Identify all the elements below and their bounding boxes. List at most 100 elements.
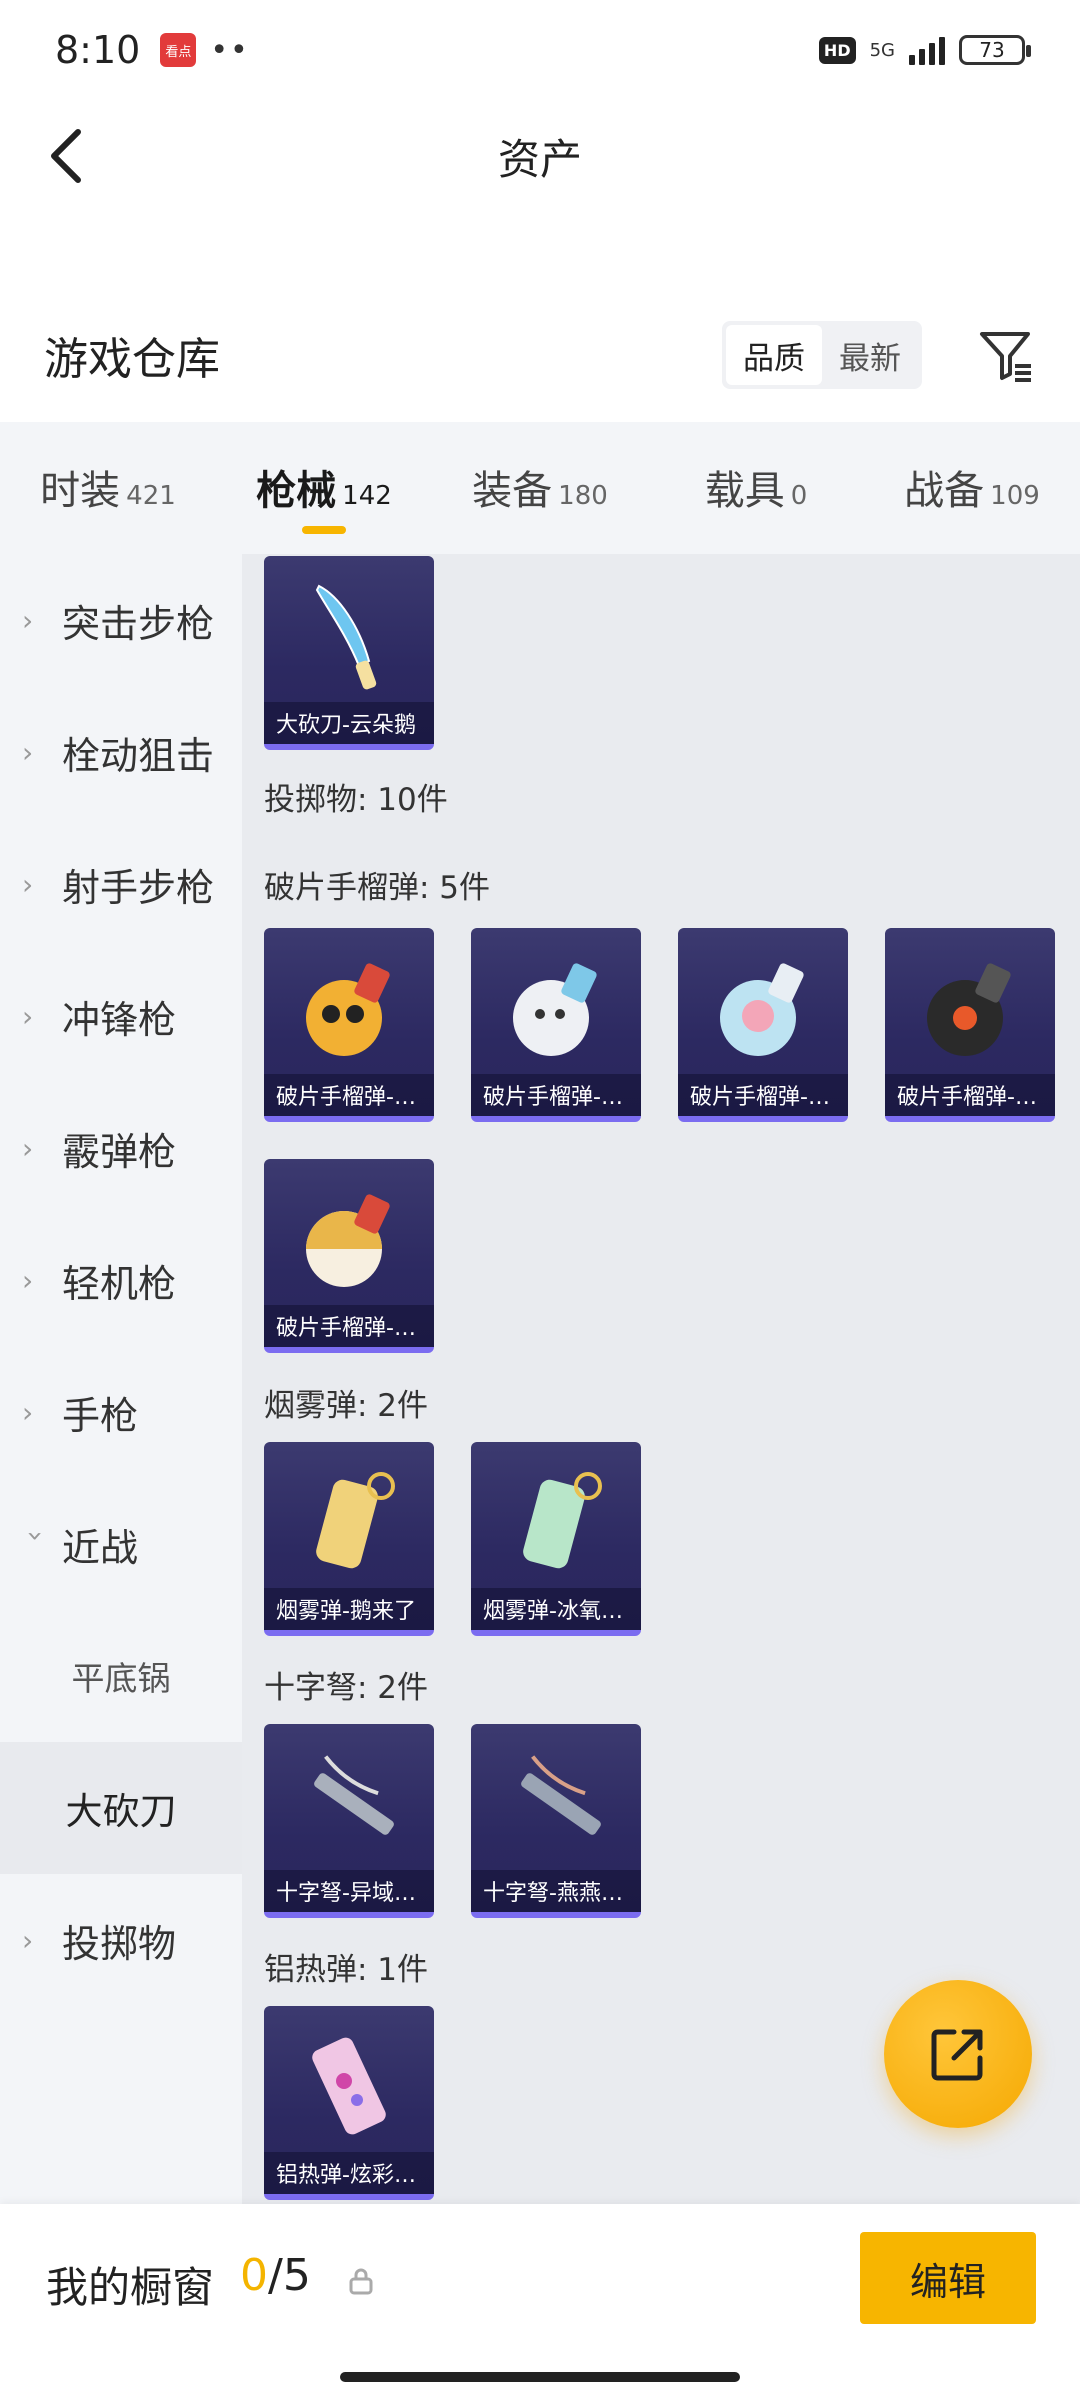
share-button[interactable]: [884, 1980, 1032, 2128]
sidebar-item-label: 栓动狙击: [62, 733, 215, 778]
item-caption: 烟雾弹-鹅来了: [264, 1588, 434, 1630]
item-caption: 大砍刀-云朵鹅: [264, 702, 434, 744]
chevron-right-icon: ›: [22, 1131, 34, 1165]
sidebar-item-smg[interactable]: › 冲锋枪: [0, 950, 242, 1082]
chevron-down-icon: ›: [19, 1530, 53, 1542]
item-grid: 大砍刀-云朵鹅 投掷物: 10件 破片手榴弹: 5件 破片手榴弹-… 破片手榴弹…: [242, 554, 1080, 2204]
sort-quality-button[interactable]: 品质: [726, 325, 822, 385]
home-indicator[interactable]: [340, 2372, 740, 2382]
tab-supplies[interactable]: 战备 109: [864, 422, 1080, 554]
sidebar-item-lmg[interactable]: › 轻机枪: [0, 1214, 242, 1346]
showcase-bar: 我的橱窗 0/5 编辑: [0, 2204, 1080, 2400]
item-card[interactable]: 大砍刀-云朵鹅: [264, 556, 434, 750]
chevron-right-icon: ›: [22, 867, 34, 901]
filter-button[interactable]: [976, 325, 1036, 385]
share-icon: [931, 2029, 983, 2081]
item-card[interactable]: 破片手榴弹-…: [264, 928, 434, 1122]
weapon-category-sidebar: › 突击步枪 › 栓动狙击 › 射手步枪 › 冲锋枪 › 霰弹枪 › 轻机枪 › 手枪 › 近战…: [0, 554, 242, 2204]
item-caption: 破片手榴弹-…: [885, 1074, 1055, 1116]
tab-label: 装备: [472, 468, 553, 514]
smoke-grenade-icon: [523, 1472, 602, 1569]
filter-icon: [980, 332, 1031, 382]
group-label: 破片手榴弹: 5件: [264, 870, 491, 906]
sidebar-item-label: 突击步枪: [62, 601, 215, 646]
tab-count: 0: [790, 481, 808, 511]
tab-equipment[interactable]: 装备 180: [432, 422, 648, 554]
network-type: 5G: [869, 39, 895, 61]
sort-newest-button[interactable]: 最新: [822, 325, 918, 385]
grenade-icon: [306, 963, 390, 1056]
sidebar-item-pistol[interactable]: › 手枪: [0, 1346, 242, 1478]
warehouse-title: 游戏仓库: [44, 334, 220, 385]
sidebar-item-label: 冲锋枪: [62, 997, 177, 1042]
back-button[interactable]: [36, 124, 96, 188]
lock-icon: [349, 2268, 373, 2295]
showcase-current: 0: [240, 2250, 268, 2301]
item-caption: 破片手榴弹-…: [678, 1074, 848, 1116]
throwables-count-label: 投掷物: 10件: [264, 782, 448, 818]
sidebar-item-label: 轻机枪: [62, 1261, 177, 1306]
sidebar-item-melee[interactable]: › 近战: [0, 1478, 242, 1610]
crossbow-icon: [314, 1755, 394, 1835]
status-indicators: HD 5G 73: [818, 35, 1031, 65]
smoke-grenade-icon: [316, 1472, 395, 1569]
sidebar-subitem-machete[interactable]: 大砍刀: [0, 1742, 242, 1874]
grenade-icon: [513, 963, 597, 1056]
sidebar-item-bolt-sniper[interactable]: › 栓动狙击: [0, 686, 242, 818]
group-label: 十字弩: 2件: [264, 1670, 429, 1706]
item-card[interactable]: 破片手榴弹-…: [885, 928, 1055, 1122]
tab-count: 142: [342, 481, 392, 511]
item-card[interactable]: 破片手榴弹-…: [678, 928, 848, 1122]
sidebar-item-marksman-rifle[interactable]: › 射手步枪: [0, 818, 242, 950]
sidebar-item-label: 射手步枪: [62, 865, 215, 910]
item-card[interactable]: 破片手榴弹-…: [471, 928, 641, 1122]
sidebar-subitem-frying-pan[interactable]: 平底锅: [0, 1610, 242, 1742]
showcase-total: /5: [268, 2250, 311, 2301]
item-caption: 十字弩-异域…: [264, 1870, 434, 1912]
app-notification-icon: 看点: [160, 33, 197, 67]
showcase-count: 0/5: [240, 2250, 311, 2301]
tab-firearms[interactable]: 枪械 142: [216, 422, 432, 554]
item-card[interactable]: 铝热弹-炫彩…: [264, 2006, 434, 2200]
sidebar-item-label: 手枪: [62, 1393, 139, 1438]
sidebar-item-assault-rifle[interactable]: › 突击步枪: [0, 554, 242, 686]
battery-icon: 73: [959, 35, 1031, 65]
sidebar-item-label: 投掷物: [62, 1921, 177, 1966]
chevron-right-icon: ›: [22, 1923, 34, 1957]
chevron-right-icon: ›: [22, 603, 34, 637]
tab-label: 时装: [40, 468, 121, 514]
tab-vehicles[interactable]: 载具 0: [648, 422, 864, 554]
item-caption: 破片手榴弹-…: [471, 1074, 641, 1116]
tab-count: 109: [990, 481, 1040, 511]
group-label: 烟雾弹: 2件: [264, 1388, 429, 1424]
chevron-right-icon: ›: [22, 1263, 34, 1297]
warehouse-header: 游戏仓库 品质 最新: [0, 300, 1080, 410]
tab-label: 枪械: [256, 468, 337, 514]
page-title: 资产: [497, 134, 582, 184]
tab-label: 载具: [704, 468, 785, 514]
sidebar-item-shotgun[interactable]: › 霰弹枪: [0, 1082, 242, 1214]
status-bar: 8:10 看点 •• HD 5G 73: [0, 0, 1080, 100]
edit-button[interactable]: 编辑: [860, 2232, 1036, 2324]
tab-fashion[interactable]: 时装 421: [0, 422, 216, 554]
item-card[interactable]: 十字弩-异域…: [264, 1724, 434, 1918]
sidebar-item-label: 霰弹枪: [62, 1129, 177, 1174]
machete-icon: [315, 584, 377, 690]
item-card[interactable]: 十字弩-燕燕…: [471, 1724, 641, 1918]
sort-toggle: 品质 最新: [722, 321, 922, 389]
chevron-left-icon: [51, 129, 81, 183]
grenade-icon: [306, 1194, 390, 1287]
tab-count: 180: [558, 481, 608, 511]
chevron-right-icon: ›: [22, 1395, 34, 1429]
item-card[interactable]: 破片手榴弹-…: [264, 1159, 434, 1353]
crossbow-icon: [521, 1755, 601, 1835]
chevron-right-icon: ›: [22, 999, 34, 1033]
category-tabs: 时装 421 枪械 142 装备 180 载具 0 战备 109: [0, 422, 1080, 554]
group-label: 铝热弹: 1件: [264, 1952, 429, 1988]
item-card[interactable]: 烟雾弹-鹅来了: [264, 1442, 434, 1636]
active-tab-indicator: [302, 526, 346, 534]
signal-icon: [909, 35, 945, 65]
hd-icon: HD: [818, 36, 856, 64]
item-card[interactable]: 烟雾弹-冰氧…: [471, 1442, 641, 1636]
sidebar-item-throwables[interactable]: › 投掷物: [0, 1874, 242, 2006]
